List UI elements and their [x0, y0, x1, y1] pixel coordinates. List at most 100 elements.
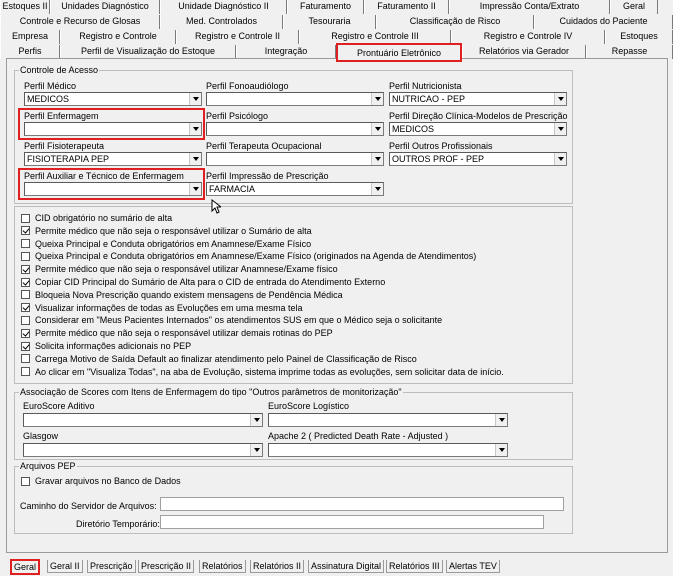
- chevron-down-icon: [189, 93, 201, 105]
- option-checkbox[interactable]: Visualizar informações de todas as Evolu…: [21, 302, 302, 314]
- tab-registro-controle-ii[interactable]: Registro e Controle II: [176, 30, 299, 44]
- checkbox-checked[interactable]: [21, 226, 30, 236]
- apache2-select[interactable]: [268, 443, 508, 457]
- bottom-tab-bar: Geral Geral II Prescrição Prescrição II …: [6, 559, 673, 576]
- caminho-servidor-input[interactable]: [160, 497, 564, 511]
- checkbox-unchecked[interactable]: [21, 239, 30, 249]
- tab-controle-glosas[interactable]: Controle e Recurso de Glosas: [0, 15, 160, 29]
- tab-registro-controle-iii[interactable]: Registro e Controle III: [299, 30, 451, 44]
- checkbox-unchecked[interactable]: [21, 354, 30, 364]
- chevron-down-icon: [371, 153, 383, 165]
- tab-empresa[interactable]: Empresa: [0, 30, 60, 44]
- glasgow-label: Glasgow: [23, 431, 59, 441]
- checkbox-unchecked[interactable]: [21, 290, 30, 300]
- option-checkbox[interactable]: Queixa Principal e Conduta obrigatórios …: [21, 238, 311, 250]
- tab-classificacao-risco[interactable]: Classificação de Risco: [376, 15, 534, 29]
- option-checkbox[interactable]: Solicita informações adicionais no PEP: [21, 340, 191, 352]
- tab-registro-controle[interactable]: Registro e Controle: [60, 30, 176, 44]
- perfil-terapeuta-ocupacional-select[interactable]: [206, 152, 384, 166]
- option-checkbox[interactable]: Bloqueia Nova Prescrição quando existem …: [21, 289, 343, 301]
- perfil-psicologo-label: Perfil Psicólogo: [206, 111, 269, 121]
- perfil-medico-select[interactable]: MEDICOS: [24, 92, 202, 106]
- perfil-fisioterapeuta-select[interactable]: FISIOTERAPIA PEP: [24, 152, 202, 166]
- option-checkbox[interactable]: CID obrigatório no sumário de alta: [21, 212, 172, 224]
- tab-perfil-visualizacao-estoque[interactable]: Perfil de Visualização do Estoque: [60, 45, 236, 59]
- option-checkbox[interactable]: Considerar em "Meus Pacientes Internados…: [21, 314, 442, 326]
- tab-impressao-conta-extrato[interactable]: Impressão Conta/Extrato: [449, 0, 610, 14]
- checkbox-unchecked[interactable]: [21, 251, 30, 261]
- tab-med-controlados[interactable]: Med. Controlados: [160, 15, 283, 29]
- controle-acesso-legend: Controle de Acesso: [20, 65, 99, 75]
- mouse-cursor-icon: [211, 199, 221, 214]
- option-checkbox[interactable]: Permite médico que não seja o responsáve…: [21, 327, 333, 339]
- tab-estoques-ii[interactable]: Estoques II: [0, 0, 50, 14]
- tab-prontuario-eletronico[interactable]: Prontuário Eletrônico: [336, 43, 462, 62]
- perfil-outros-profissionais-select[interactable]: OUTROS PROF - PEP: [389, 152, 567, 166]
- checkbox-checked[interactable]: [21, 264, 30, 274]
- tab-relatorios-gerador[interactable]: Relatórios via Gerador: [462, 45, 586, 59]
- tab-prescricao-ii[interactable]: Prescrição II: [138, 560, 195, 573]
- tab-integracao[interactable]: Integração: [236, 45, 336, 59]
- tab-registro-controle-iv[interactable]: Registro e Controle IV: [451, 30, 605, 44]
- euroscore-logistico-label: EuroScore Logístico: [268, 401, 350, 411]
- tab-estoques[interactable]: Estoques: [605, 30, 673, 44]
- highlight-perfil-enfermagem: [18, 108, 205, 140]
- tab-geral-top[interactable]: Geral: [610, 0, 658, 14]
- checkbox-checked[interactable]: [21, 277, 30, 287]
- tab-assinatura-digital[interactable]: Assinatura Digital: [308, 560, 385, 573]
- tab-row-2: Controle e Recurso de Glosas Med. Contro…: [0, 15, 673, 29]
- tab-alertas-tev[interactable]: Alertas TEV: [446, 560, 500, 573]
- tab-relatorios[interactable]: Relatórios: [199, 560, 246, 573]
- tab-prescricao[interactable]: Prescrição: [87, 560, 136, 573]
- tab-row-3: Empresa Registro e Controle Registro e C…: [0, 30, 673, 44]
- tab-geral[interactable]: Geral: [10, 559, 41, 575]
- perfil-fonoaudiologo-select[interactable]: [206, 92, 384, 106]
- diretorio-temporario-input[interactable]: [160, 515, 544, 529]
- tab-perfis[interactable]: Perfis: [0, 45, 60, 59]
- euroscore-aditivo-select[interactable]: [23, 413, 263, 427]
- glasgow-select[interactable]: [23, 443, 263, 457]
- tab-unidade-diagnostico-ii[interactable]: Unidade Diagnóstico II: [160, 0, 287, 14]
- checkbox-checked[interactable]: [21, 303, 30, 313]
- tab-relatorios-ii[interactable]: Relatórios II: [250, 560, 305, 573]
- perfil-impressao-prescricao-label: Perfil Impressão de Prescrição: [206, 171, 329, 181]
- checkbox-unchecked[interactable]: [21, 213, 30, 223]
- perfil-nutricionista-select[interactable]: NUTRICAO - PEP: [389, 92, 567, 106]
- euroscore-logistico-select[interactable]: [268, 413, 508, 427]
- tab-geral-ii[interactable]: Geral II: [47, 560, 83, 573]
- perfil-psicologo-select[interactable]: [206, 122, 384, 136]
- tab-row-1: Estoques II Unidades Diagnóstico Unidade…: [0, 0, 673, 14]
- checkbox-unchecked[interactable]: [21, 367, 30, 377]
- option-label: Permite médico que não seja o responsáve…: [35, 225, 312, 236]
- perfil-direcao-clinica-select[interactable]: MEDICOS: [389, 122, 567, 136]
- checkbox-box[interactable]: [21, 476, 30, 486]
- option-label: Carrega Motivo de Saída Default ao final…: [35, 353, 417, 364]
- perfil-outros-profissionais-label: Perfil Outros Profissionais: [389, 141, 493, 151]
- option-checkbox[interactable]: Queixa Principal e Conduta obrigatórios …: [21, 250, 476, 262]
- option-checkbox[interactable]: Copiar CID Principal do Sumário de Alta …: [21, 276, 385, 288]
- option-label: Considerar em "Meus Pacientes Internados…: [35, 315, 443, 326]
- tab-repasse[interactable]: Repasse: [586, 45, 673, 59]
- gravar-banco-label: Gravar arquivos no Banco de Dados: [35, 476, 181, 486]
- tab-faturamento[interactable]: Faturamento: [287, 0, 364, 14]
- tab-cuidados-paciente[interactable]: Cuidados do Paciente: [534, 15, 673, 29]
- gravar-banco-checkbox[interactable]: Gravar arquivos no Banco de Dados: [21, 475, 181, 487]
- scores-legend: Associação de Scores com Itens de Enferm…: [20, 387, 402, 397]
- checkbox-unchecked[interactable]: [21, 315, 30, 325]
- option-checkbox[interactable]: Carrega Motivo de Saída Default ao final…: [21, 353, 417, 365]
- tab-faturamento-ii[interactable]: Faturamento II: [364, 0, 449, 14]
- apache2-label: Apache 2 ( Predicted Death Rate - Adjust…: [268, 431, 449, 441]
- checkbox-checked[interactable]: [21, 341, 30, 351]
- chevron-down-icon: [495, 414, 507, 426]
- tab-relatorios-iii[interactable]: Relatórios III: [386, 560, 443, 573]
- option-checkbox[interactable]: Ao clicar em "Visualiza Todas", na aba d…: [21, 366, 504, 378]
- diretorio-temporario-label: Diretório Temporário:: [76, 519, 160, 529]
- option-checkbox[interactable]: Permite médico que não seja o responsáve…: [21, 263, 338, 275]
- option-checkbox[interactable]: Permite médico que não seja o responsáve…: [21, 225, 312, 237]
- tab-tesouraria[interactable]: Tesouraria: [283, 15, 376, 29]
- tab-unidades-diagnostico[interactable]: Unidades Diagnóstico: [50, 0, 160, 14]
- option-label: Ao clicar em "Visualiza Todas", na aba d…: [35, 366, 504, 377]
- chevron-down-icon: [554, 123, 566, 135]
- perfil-impressao-prescricao-select[interactable]: FARMACIA: [206, 182, 384, 196]
- checkbox-checked[interactable]: [21, 328, 30, 338]
